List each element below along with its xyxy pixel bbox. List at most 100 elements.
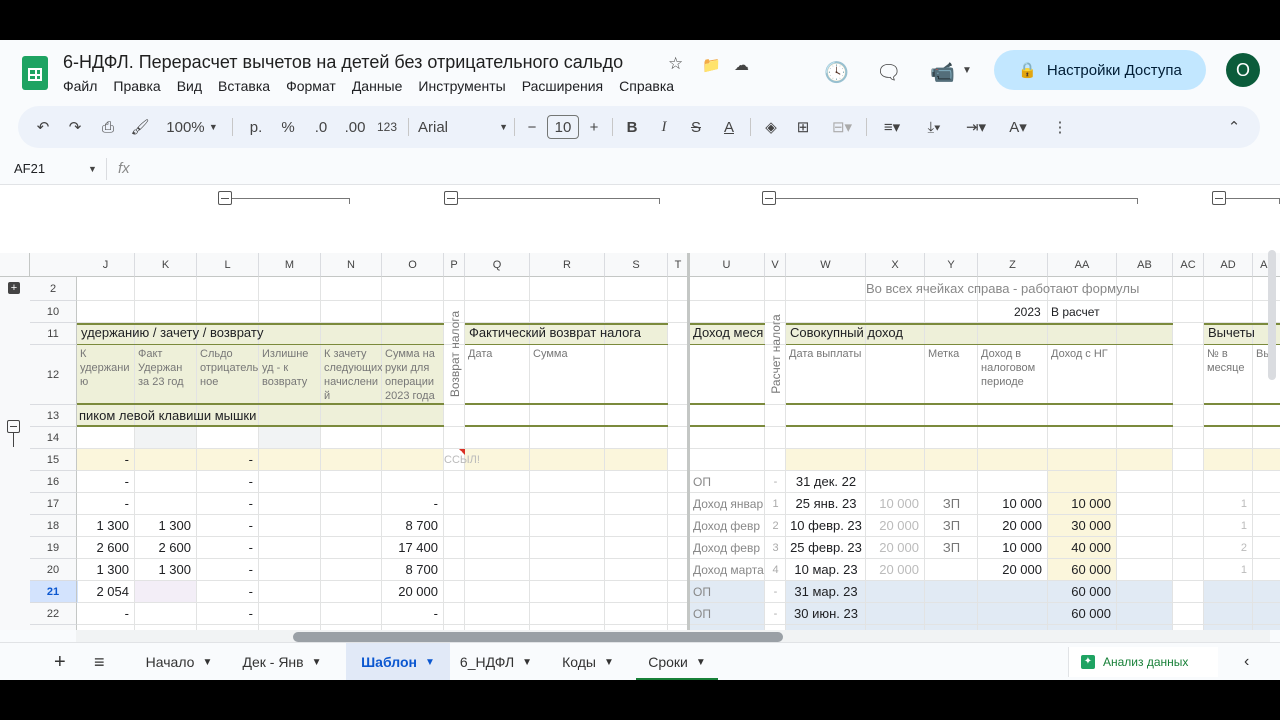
expand-rows-icon[interactable]: + [8, 282, 20, 294]
explore-button[interactable]: ✦ Анализ данных [1068, 647, 1218, 677]
add-sheet-icon[interactable]: + [54, 643, 66, 680]
more-options-icon[interactable]: ⋮ [1050, 106, 1070, 148]
column-header-L[interactable]: L [197, 253, 259, 277]
column-header-M[interactable]: M [259, 253, 321, 277]
column-header-AB[interactable]: AB [1117, 253, 1173, 277]
paint-format-icon[interactable]: 🖌 [128, 106, 152, 148]
row-header-21[interactable]: 21 [30, 581, 77, 603]
borders-icon[interactable]: ⊞ [792, 106, 814, 148]
menu-item-4[interactable]: Формат [286, 78, 336, 94]
sheet-tab-5[interactable]: Сроки ▼ [632, 643, 722, 680]
row-header-23[interactable]: 23 [30, 625, 77, 630]
text-wrap-icon[interactable]: ⇥▾ [958, 106, 994, 148]
column-header-T[interactable]: T [668, 253, 689, 277]
align-left-icon[interactable]: ≡▾ [874, 106, 910, 148]
group-collapse-icon[interactable] [218, 191, 232, 205]
increase-font-size-icon[interactable]: + [584, 106, 604, 148]
row-header-11[interactable]: 11 [30, 323, 77, 345]
redo-icon[interactable]: ↷ [64, 106, 86, 148]
star-icon[interactable]: ☆ [668, 54, 683, 74]
menu-item-1[interactable]: Правка [113, 78, 160, 94]
currency-button[interactable]: р. [244, 106, 268, 148]
text-rotate-icon[interactable]: A▾ [1000, 106, 1036, 148]
percent-button[interactable]: % [276, 106, 300, 148]
chevron-down-icon[interactable]: ▼ [522, 657, 532, 668]
decrease-font-size-icon[interactable]: − [522, 106, 542, 148]
row-header-20[interactable]: 20 [30, 559, 77, 581]
menu-item-7[interactable]: Расширения [522, 78, 603, 94]
column-header-P[interactable]: P [444, 253, 465, 277]
column-header-Z[interactable]: Z [978, 253, 1048, 277]
column-header-W[interactable]: W [786, 253, 866, 277]
italic-icon[interactable]: I [654, 106, 674, 148]
row-header-13[interactable]: 13 [30, 405, 77, 427]
bold-icon[interactable]: B [622, 106, 642, 148]
chevron-down-icon[interactable]: ▼ [604, 657, 614, 668]
vertical-align-icon[interactable]: ⤓▾ [916, 106, 952, 148]
menu-item-0[interactable]: Файл [63, 78, 97, 94]
column-header-R[interactable]: R [530, 253, 605, 277]
group-collapse-icon[interactable] [1212, 191, 1226, 205]
column-header-AD[interactable]: AD [1204, 253, 1253, 277]
column-header-S[interactable]: S [605, 253, 668, 277]
all-sheets-icon[interactable]: ≡ [94, 643, 105, 680]
font-select[interactable]: Arial ▼ [418, 106, 508, 148]
share-button[interactable]: 🔒 Настройки Доступа [994, 50, 1206, 90]
zoom-select[interactable]: 100% ▼ [162, 106, 222, 148]
move-folder-icon[interactable]: 📁 [702, 56, 721, 74]
column-header-J[interactable]: J [77, 253, 135, 277]
spreadsheet-grid[interactable]: JKLMNOPQRSTUVWXYZAAABACADAE2101112131415… [0, 185, 1280, 630]
avatar[interactable]: О [1226, 53, 1260, 87]
name-box[interactable]: AF21 [14, 161, 45, 176]
row-header-17[interactable]: 17 [30, 493, 77, 515]
row-header-22[interactable]: 22 [30, 603, 77, 625]
row-header-16[interactable]: 16 [30, 471, 77, 493]
collapse-toolbar-icon[interactable]: ⌃ [1224, 106, 1244, 148]
row-header-12[interactable]: 12 [30, 345, 77, 405]
merge-cells-icon[interactable]: ⊟▾ [824, 106, 860, 148]
meet-icon[interactable]: 📹 [930, 60, 955, 85]
row-header-19[interactable]: 19 [30, 537, 77, 559]
chevron-down-icon[interactable]: ▼ [425, 657, 435, 668]
cloud-status-icon[interactable]: ☁ [734, 56, 749, 74]
horizontal-scrollbar-thumb[interactable] [293, 632, 783, 642]
menu-item-8[interactable]: Справка [619, 78, 674, 94]
comments-icon[interactable]: 🗨 [876, 60, 901, 85]
row-header-2[interactable]: 2 [30, 277, 77, 301]
row-header-10[interactable]: 10 [30, 301, 77, 323]
decrease-decimal-button[interactable]: .0 [308, 106, 334, 148]
group-collapse-icon[interactable] [444, 191, 458, 205]
group-collapse-icon[interactable] [762, 191, 776, 205]
column-header-U[interactable]: U [689, 253, 765, 277]
column-header-Y[interactable]: Y [925, 253, 978, 277]
side-panel-chevron-left-icon[interactable]: ‹ [1244, 643, 1249, 680]
sheet-tab-4[interactable]: Коды ▼ [550, 643, 626, 680]
increase-decimal-button[interactable]: .00 [340, 106, 370, 148]
namebox-chevron-down-icon[interactable]: ▼ [88, 164, 97, 174]
row-header-18[interactable]: 18 [30, 515, 77, 537]
column-header-K[interactable]: K [135, 253, 197, 277]
column-header-N[interactable]: N [321, 253, 382, 277]
vertical-scrollbar-thumb[interactable] [1268, 250, 1276, 380]
doc-title[interactable]: 6-НДФЛ. Перерасчет вычетов на детей без … [63, 52, 623, 73]
strikethrough-icon[interactable]: S [686, 106, 706, 148]
menu-item-3[interactable]: Вставка [218, 78, 270, 94]
chevron-down-icon[interactable]: ▼ [202, 657, 212, 668]
fill-color-icon[interactable]: ◈ [760, 106, 782, 148]
text-color-icon[interactable]: A [718, 106, 740, 148]
sheets-logo-icon[interactable] [22, 56, 48, 90]
column-header-Q[interactable]: Q [465, 253, 530, 277]
menu-item-6[interactable]: Инструменты [418, 78, 505, 94]
column-header-X[interactable]: X [866, 253, 925, 277]
meet-chevron-down-icon[interactable]: ▼ [962, 65, 972, 76]
collapse-rows-icon[interactable] [7, 420, 20, 433]
sheet-tab-2[interactable]: Шаблон ▼ [346, 643, 450, 680]
font-size-input[interactable]: 10 [547, 115, 579, 139]
sheet-tab-0[interactable]: Начало ▼ [134, 643, 224, 680]
chevron-down-icon[interactable]: ▼ [696, 657, 706, 668]
print-icon[interactable]: ⎙ [96, 106, 120, 148]
column-header-O[interactable]: O [382, 253, 444, 277]
history-icon[interactable]: 🕓 [824, 60, 849, 85]
more-formats-button[interactable]: 123 [374, 106, 400, 148]
menu-item-2[interactable]: Вид [177, 78, 202, 94]
